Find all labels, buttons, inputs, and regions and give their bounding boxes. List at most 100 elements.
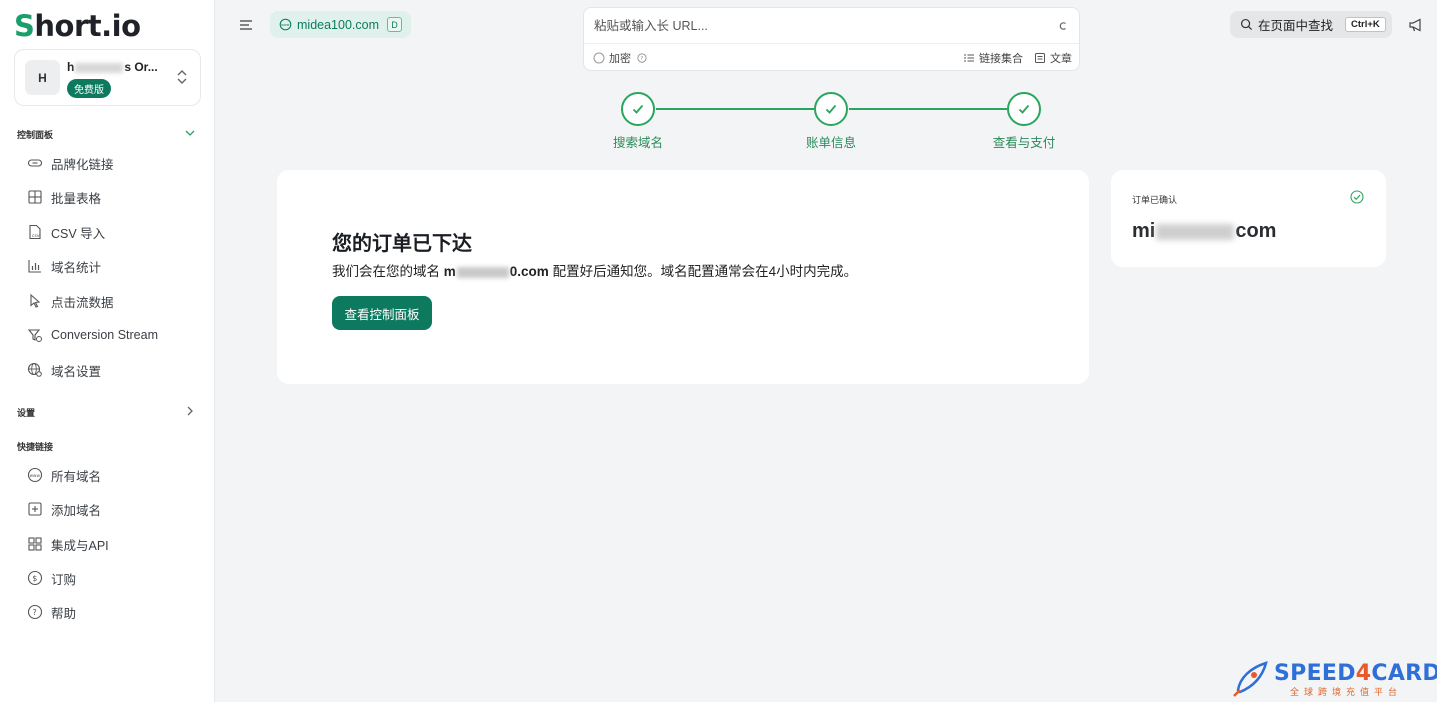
encrypt-toggle[interactable]: 加密 ? <box>593 50 651 66</box>
list-icon <box>964 54 974 62</box>
step-connector <box>656 108 814 110</box>
document-icon <box>1035 53 1045 63</box>
menu-icon[interactable] <box>238 17 254 33</box>
msg-prefix: 我们会在您的域名 <box>332 264 440 279</box>
svg-text:$: $ <box>32 574 37 583</box>
nav-label: Conversion Stream <box>51 328 158 342</box>
link-icon <box>27 159 43 167</box>
chevron-right-icon[interactable] <box>184 405 196 417</box>
domain-end: 0.com <box>509 264 549 279</box>
svg-text:www: www <box>30 473 41 478</box>
domain-tag: D <box>387 17 402 32</box>
check-circle-icon <box>1350 190 1364 204</box>
link-collection-button[interactable]: 链接集合 <box>963 50 1023 66</box>
msg-suffix: 配置好后通知您。域名配置通常会在4小时内完成。 <box>552 264 858 279</box>
order-message: 我们会在您的域名 m 0.com 配置好后通知您。域名配置通常会在4小时内完成。 <box>332 260 857 280</box>
redacted-blur <box>75 62 124 73</box>
check-icon <box>825 104 837 114</box>
search-icon <box>1240 18 1253 31</box>
globe-gear-icon <box>27 362 42 377</box>
url-input[interactable] <box>584 8 1079 44</box>
logo-text: hort.io <box>34 9 141 43</box>
shortio-logo[interactable]: Short.io <box>14 8 141 44</box>
order-confirmed-label: 订单已确认 <box>1132 195 1178 205</box>
nav-label: 订购 <box>51 572 77 587</box>
nav-domain-stats[interactable]: 域名统计 <box>27 255 101 277</box>
check-icon <box>1018 104 1030 114</box>
link-collection-label: 链接集合 <box>979 53 1023 65</box>
integration-icon <box>28 537 42 551</box>
view-dashboard-button[interactable]: 查看控制面板 <box>332 296 432 330</box>
order-title: 您的订单已下达 <box>332 233 472 255</box>
nav-label: CSV 导入 <box>51 226 106 241</box>
bar-chart-icon <box>28 260 41 273</box>
nav-all-domains[interactable]: www 所有域名 <box>27 464 101 486</box>
cursor-icon <box>30 293 41 308</box>
nav-csv-import[interactable]: csv CSV 导入 <box>27 221 105 243</box>
nav-add-domain[interactable]: 添加域名 <box>27 498 101 520</box>
nav-label: 品牌化链接 <box>51 157 114 172</box>
step-2-label: 账单信息 <box>805 136 856 150</box>
nav-domain-settings[interactable]: 域名设置 <box>27 359 101 381</box>
step-connector <box>849 108 1007 110</box>
side-domain-end: com <box>1235 220 1277 242</box>
help-circle-icon: ? <box>27 604 43 620</box>
www-icon: www <box>279 18 292 31</box>
wm-brand-b: 4 <box>1355 661 1372 686</box>
nav-label: 批量表格 <box>51 191 102 206</box>
nav-integrations-api[interactable]: 集成与API <box>27 533 109 555</box>
redacted-blur <box>1156 223 1235 240</box>
rocket-icon <box>1233 661 1268 697</box>
org-switcher[interactable]: H h s Or... 免费版 <box>14 49 201 106</box>
nav-branded-links[interactable]: 品牌化链接 <box>27 152 114 174</box>
plus-square-icon <box>28 502 42 516</box>
order-confirmation-card: 您的订单已下达 我们会在您的域名 m 0.com 配置好后通知您。域名配置通常会在… <box>277 170 1089 384</box>
nav-label: 添加域名 <box>51 503 102 518</box>
plan-badge: 免费版 <box>67 79 111 98</box>
article-label: 文章 <box>1050 53 1072 65</box>
nav-clickstream[interactable]: 点击流数据 <box>27 290 114 312</box>
chevron-down-icon[interactable] <box>184 127 196 139</box>
csv-file-icon: csv <box>29 224 41 240</box>
nav-billing[interactable]: $ 订购 <box>27 567 76 589</box>
wm-brand-c: CARD <box>1371 661 1437 686</box>
dollar-circle-icon: $ <box>27 570 43 586</box>
nav-help[interactable]: ? 帮助 <box>27 601 76 623</box>
org-name-end: s Or... <box>124 60 158 74</box>
svg-text:www: www <box>281 23 290 27</box>
help-icon[interactable]: ? <box>637 53 647 63</box>
nav-label: 点击流数据 <box>51 295 114 310</box>
step-1-circle <box>621 92 655 126</box>
avatar: H <box>25 60 60 95</box>
table-icon <box>28 190 42 204</box>
domain-selector[interactable]: www midea100.com D <box>270 11 411 38</box>
nav-bulk-table[interactable]: 批量表格 <box>27 186 101 208</box>
logo-s: S <box>14 9 35 43</box>
order-summary-card: 订单已确认 mi com <box>1111 170 1386 267</box>
megaphone-icon[interactable] <box>1408 17 1424 33</box>
domain-start: m <box>443 264 456 279</box>
clipboard-paste-icon[interactable] <box>1057 20 1069 32</box>
nav-label: 帮助 <box>51 606 77 621</box>
svg-text:?: ? <box>640 56 643 62</box>
step-1-label: 搜索域名 <box>612 136 663 150</box>
step-3-label: 查看与支付 <box>992 136 1056 150</box>
sidebar: Short.io H hs Or... 免费版 控制面板 品牌化链接 批量表格 … <box>0 0 215 702</box>
www-icon: www <box>27 467 43 483</box>
nav-conversion-stream[interactable]: Conversion Stream <box>27 324 158 346</box>
shortcut-badge: Ctrl+K <box>1345 17 1386 32</box>
speed4card-watermark: SPEED4CARD 全球跨境充值平台 <box>1230 658 1437 700</box>
funnel-icon <box>27 329 42 342</box>
org-name: h s Or... <box>67 60 158 74</box>
watermark-brand: SPEED4CARD <box>1274 661 1437 686</box>
svg-text:?: ? <box>33 608 37 617</box>
page-search-button[interactable]: 在页面中查找 Ctrl+K <box>1230 11 1392 38</box>
article-button[interactable]: 文章 <box>1034 50 1072 66</box>
watermark-subtitle: 全球跨境充值平台 <box>1290 687 1403 697</box>
section-dashboard[interactable]: 控制面板 <box>17 128 53 141</box>
url-shortener-box: 加密 ? 链接集合 文章 <box>583 7 1080 71</box>
ordered-domain: mi com <box>1132 220 1276 243</box>
org-name-start: h <box>67 60 75 74</box>
encrypt-label: 加密 <box>609 53 631 65</box>
section-settings[interactable]: 设置 <box>17 406 35 419</box>
